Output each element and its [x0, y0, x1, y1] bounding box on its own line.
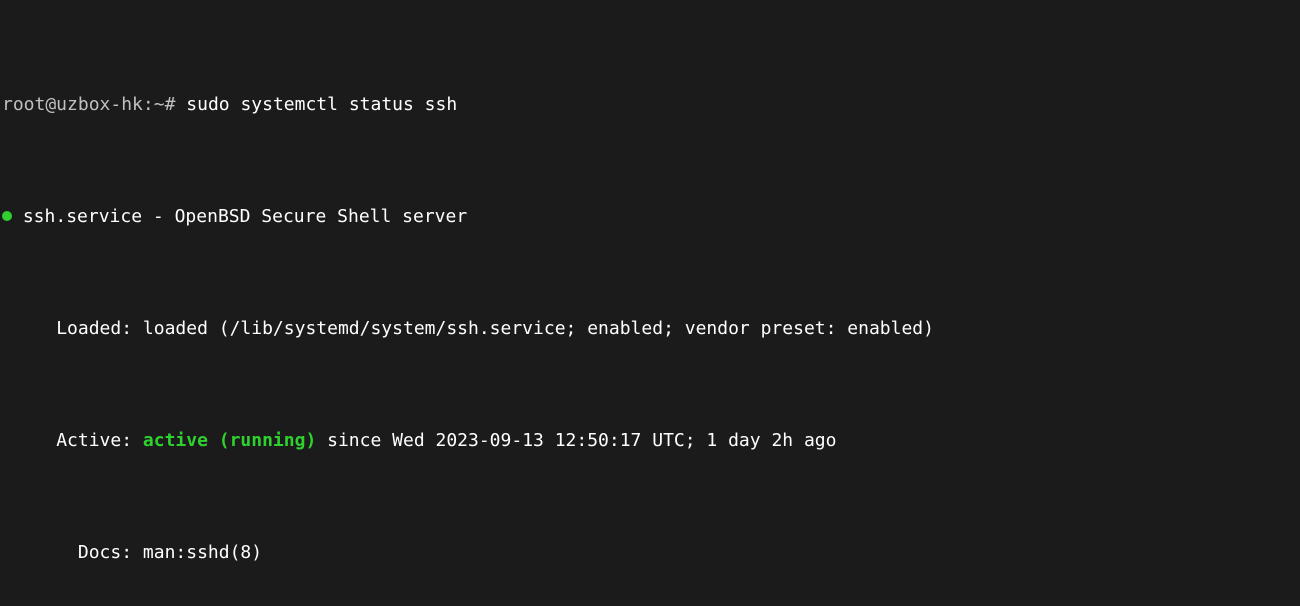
field-value: loaded (/lib/systemd/system/ssh.service;… [143, 318, 934, 339]
prompt-command: sudo systemctl status ssh [186, 94, 457, 115]
docs-value: man:sshd(8) [143, 542, 262, 563]
active-state: active (running) [143, 430, 316, 451]
service-header: ssh.service - OpenBSD Secure Shell serve… [2, 206, 1298, 228]
field-label: Loaded: [56, 318, 132, 339]
unit-name: ssh.service [23, 206, 142, 227]
prompt-hash: # [165, 94, 176, 115]
status-dot-icon [2, 211, 12, 221]
field-label: Docs: [78, 542, 132, 563]
prompt-sep: : [143, 94, 154, 115]
active-since: since Wed 2023-09-13 12:50:17 UTC; 1 day… [327, 430, 836, 451]
active-line: Active: active (running) since Wed 2023-… [2, 430, 1298, 452]
docs-line: Docs: man:sshd(8) [2, 542, 1298, 564]
loaded-line: Loaded: loaded (/lib/systemd/system/ssh.… [2, 318, 1298, 340]
terminal-output[interactable]: root@uzbox-hk:~# sudo systemctl status s… [0, 0, 1300, 606]
prompt-path: ~ [154, 94, 165, 115]
prompt-userhost: root@uzbox-hk [2, 94, 143, 115]
prompt-line: root@uzbox-hk:~# sudo systemctl status s… [2, 94, 1298, 116]
field-label: Active: [56, 430, 132, 451]
unit-desc: OpenBSD Secure Shell server [175, 206, 468, 227]
